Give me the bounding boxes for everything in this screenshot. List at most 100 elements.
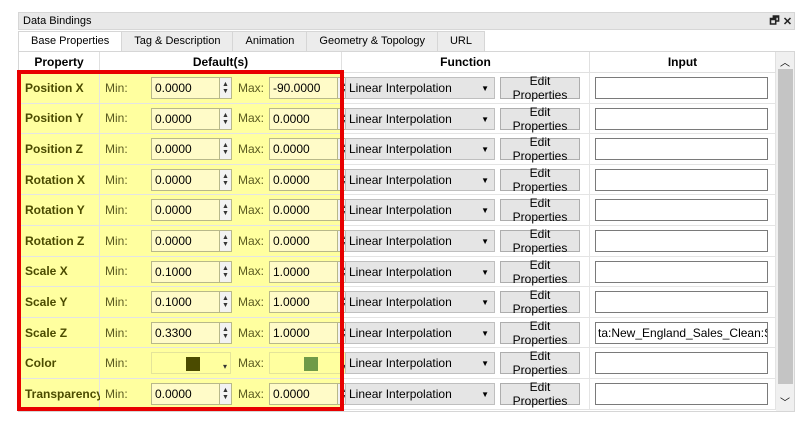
edit-properties-button[interactable]: Edit Properties: [500, 258, 580, 286]
edit-properties-button[interactable]: Edit Properties: [500, 319, 580, 347]
edit-properties-button[interactable]: Edit Properties: [500, 349, 580, 377]
max-spinbox[interactable]: 1.0000 ▲ ▼: [269, 291, 350, 314]
tab-url[interactable]: URL: [436, 31, 485, 51]
max-spinbox[interactable]: -90.0000 ▲ ▼: [269, 77, 350, 99]
min-spinbox[interactable]: 0.3300 ▲ ▼: [151, 321, 232, 344]
tab-animation[interactable]: Animation: [232, 31, 308, 51]
min-value: 0.0000: [155, 81, 192, 95]
input-field[interactable]: [595, 352, 768, 375]
function-select[interactable]: Linear Interpolation ▼: [345, 138, 495, 161]
tab-base-properties[interactable]: Base Properties: [18, 31, 123, 52]
function-select[interactable]: Linear Interpolation ▼: [345, 199, 495, 222]
function-select[interactable]: Linear Interpolation ▼: [345, 168, 495, 191]
min-value: 0.0000: [155, 203, 192, 218]
spin-arrows-icon[interactable]: ▲ ▼: [219, 200, 231, 221]
edit-properties-button[interactable]: Edit Properties: [500, 227, 580, 255]
input-field[interactable]: [595, 107, 768, 130]
spin-arrows-icon[interactable]: ▲ ▼: [219, 384, 231, 404]
defaults-cell: Min: 0.0000 ▲ ▼ Max: 0.0000 ▲ ▼: [100, 226, 350, 257]
dropdown-arrow-icon: ▼: [481, 390, 489, 399]
function-select[interactable]: Linear Interpolation ▼: [345, 230, 495, 252]
dropdown-arrow-icon: ▼: [481, 237, 489, 246]
max-spinbox[interactable]: 1.0000 ▲ ▼: [269, 260, 350, 283]
spin-arrows-icon[interactable]: ▲ ▼: [219, 231, 231, 251]
input-field[interactable]: [595, 291, 768, 314]
scroll-down-icon[interactable]: ﹀: [780, 394, 790, 409]
input-field[interactable]: [595, 383, 768, 405]
property-name: Scale X: [19, 256, 100, 288]
min-spinbox[interactable]: 0.0000 ▲ ▼: [151, 107, 232, 130]
input-field[interactable]: [595, 168, 768, 191]
input-field[interactable]: [595, 230, 768, 252]
function-value: Linear Interpolation: [349, 81, 452, 95]
property-name: Scale Y: [19, 287, 100, 318]
edit-properties-button[interactable]: Edit Properties: [500, 105, 580, 133]
input-field[interactable]: [595, 260, 768, 283]
edit-properties-button[interactable]: Edit Properties: [500, 166, 580, 194]
vertical-scrollbar[interactable]: ︿ ﹀: [776, 52, 794, 411]
min-spinbox[interactable]: 0.0000 ▲ ▼: [151, 230, 232, 252]
input-field[interactable]: [595, 77, 768, 99]
max-spinbox[interactable]: 0.0000 ▲ ▼: [269, 168, 350, 191]
max-spinbox[interactable]: 0.0000 ▲ ▼: [269, 383, 350, 405]
max-spinbox[interactable]: 0.0000 ▲ ▼: [269, 230, 350, 252]
min-spinbox[interactable]: 0.0000 ▲ ▼: [151, 199, 232, 222]
edit-properties-button[interactable]: Edit Properties: [500, 196, 580, 224]
min-spinbox[interactable]: 0.1000 ▲ ▼: [151, 260, 232, 283]
spin-arrows-icon[interactable]: ▲ ▼: [219, 292, 231, 313]
spin-arrows-icon[interactable]: ▲ ▼: [219, 261, 231, 282]
min-value: 0.0000: [155, 172, 192, 187]
tab-geometry-topology[interactable]: Geometry & Topology: [306, 31, 438, 51]
edit-properties-button[interactable]: Edit Properties: [500, 74, 580, 102]
input-field[interactable]: ta:New_England_Sales_Clean:Size: [595, 321, 768, 344]
spin-arrows-icon[interactable]: ▲ ▼: [219, 169, 231, 190]
function-value: Linear Interpolation: [349, 142, 452, 157]
min-label: Min:: [105, 172, 128, 187]
function-cell: Linear Interpolation ▼ Edit Properties: [342, 317, 590, 349]
min-color-picker[interactable]: ▾: [151, 352, 231, 375]
max-color-picker[interactable]: ▾: [269, 352, 350, 375]
max-spinbox[interactable]: 1.0000 ▲ ▼: [269, 321, 350, 344]
edit-properties-button[interactable]: Edit Properties: [500, 135, 580, 163]
max-value: 1.0000: [273, 264, 310, 279]
edit-properties-button[interactable]: Edit Properties: [500, 288, 580, 316]
max-spinbox[interactable]: 0.0000 ▲ ▼: [269, 199, 350, 222]
property-name: Position Z: [19, 134, 100, 165]
scroll-up-icon[interactable]: ︿: [780, 54, 790, 69]
function-select[interactable]: Linear Interpolation ▼: [345, 352, 495, 375]
input-field[interactable]: [595, 138, 768, 161]
min-spinbox[interactable]: 0.0000 ▲ ▼: [151, 138, 232, 161]
defaults-cell: Min: 0.0000 ▲ ▼ Max: 0.0000 ▲ ▼: [100, 164, 350, 196]
close-icon[interactable]: ✕: [781, 15, 794, 28]
defaults-cell: Min: 0.0000 ▲ ▼ Max: 0.0000 ▲ ▼: [100, 103, 350, 135]
table-row: Position Y Min: 0.0000 ▲ ▼ Max: 0.0000 ▲ ▼…: [19, 103, 776, 135]
min-spinbox[interactable]: 0.0000 ▲ ▼: [151, 77, 232, 99]
min-spinbox[interactable]: 0.0000 ▲ ▼: [151, 383, 232, 405]
function-select[interactable]: Linear Interpolation ▼: [345, 77, 495, 99]
float-icon[interactable]: 🗗: [768, 12, 781, 31]
spin-arrows-icon[interactable]: ▲ ▼: [219, 322, 231, 343]
table-row: Transparency Min: 0.0000 ▲ ▼ Max: 0.0000 …: [19, 379, 776, 410]
function-select[interactable]: Linear Interpolation ▼: [345, 321, 495, 344]
function-select[interactable]: Linear Interpolation ▼: [345, 291, 495, 314]
function-value: Linear Interpolation: [349, 203, 452, 218]
max-value: 1.0000: [273, 325, 310, 340]
property-name: Rotation Y: [19, 195, 100, 226]
function-select[interactable]: Linear Interpolation ▼: [345, 383, 495, 405]
function-select[interactable]: Linear Interpolation ▼: [345, 260, 495, 283]
max-label: Max:: [238, 80, 265, 95]
spin-arrows-icon[interactable]: ▲ ▼: [219, 78, 231, 98]
tab-tag-description[interactable]: Tag & Description: [121, 31, 234, 51]
min-spinbox[interactable]: 0.0000 ▲ ▼: [151, 168, 232, 191]
edit-properties-button[interactable]: Edit Properties: [500, 380, 580, 408]
input-field[interactable]: [595, 199, 768, 222]
scroll-thumb[interactable]: [778, 69, 793, 384]
min-spinbox[interactable]: 0.1000 ▲ ▼: [151, 291, 232, 314]
function-select[interactable]: Linear Interpolation ▼: [345, 107, 495, 130]
spin-arrows-icon[interactable]: ▲ ▼: [219, 108, 231, 129]
min-label: Min:: [105, 386, 128, 401]
max-spinbox[interactable]: 0.0000 ▲ ▼: [269, 107, 350, 130]
spin-arrows-icon[interactable]: ▲ ▼: [219, 139, 231, 160]
min-color-swatch: [186, 357, 200, 372]
max-spinbox[interactable]: 0.0000 ▲ ▼: [269, 138, 350, 161]
